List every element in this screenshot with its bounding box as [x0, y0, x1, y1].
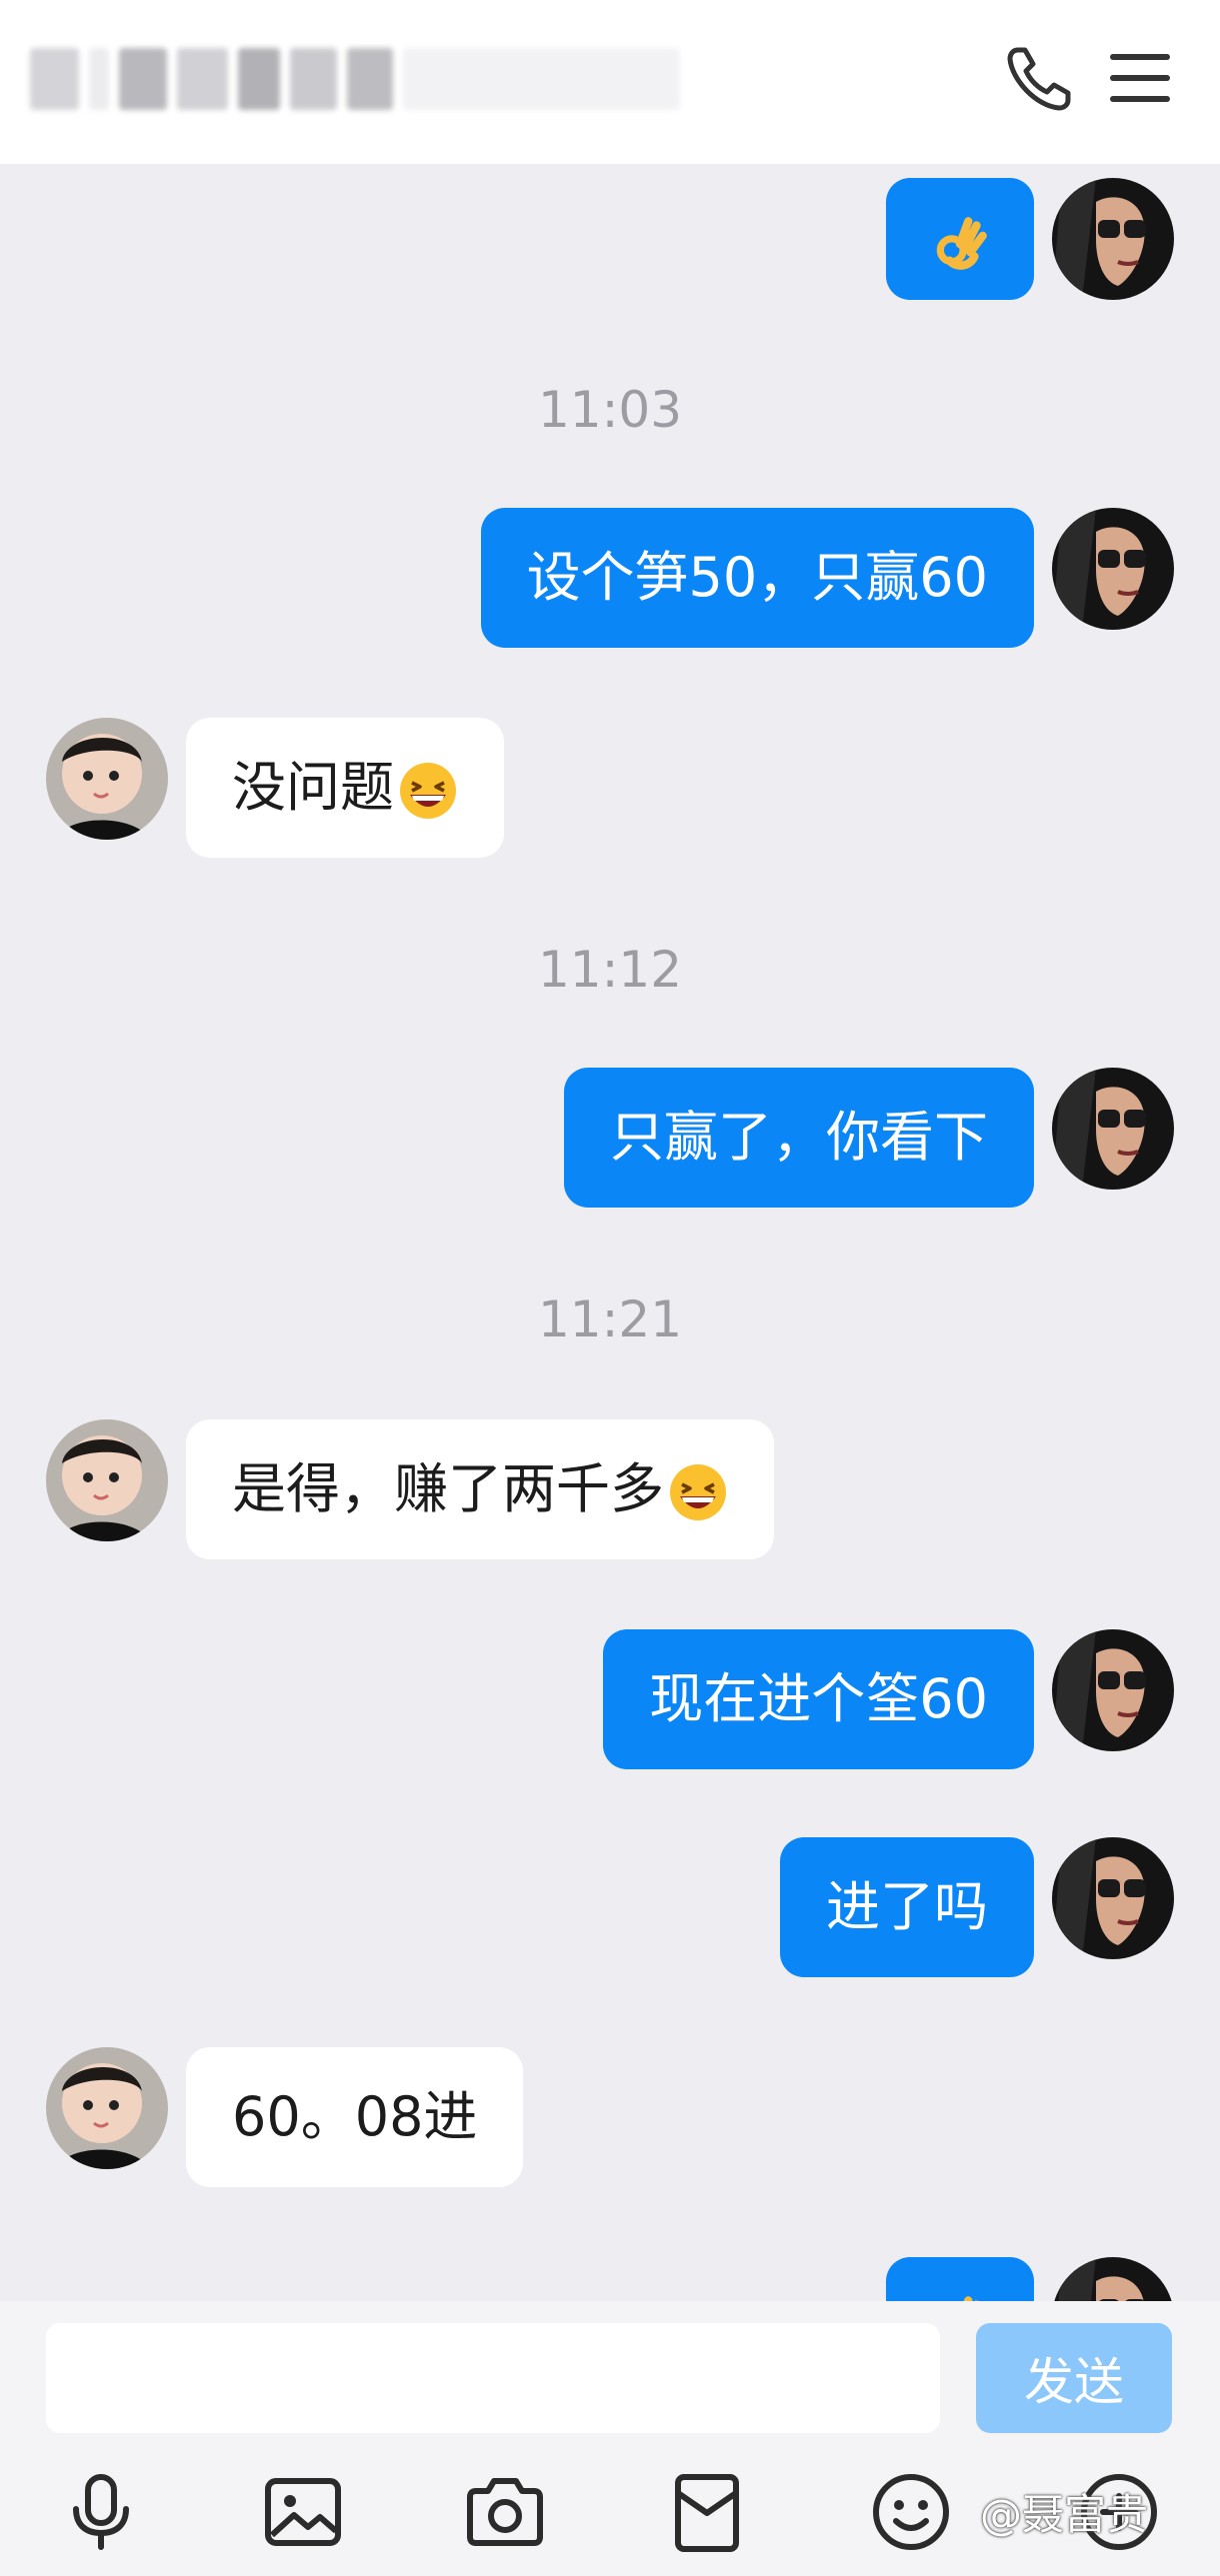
image-icon[interactable]	[260, 2469, 346, 2555]
grinning-squint-emoji	[398, 761, 458, 821]
my-avatar[interactable]	[1052, 1837, 1174, 1959]
message-text: 只赢了，你看下	[610, 1106, 988, 1169]
my-avatar[interactable]	[1052, 2257, 1174, 2301]
message-bubble[interactable]: 是得，赚了两千多	[186, 1419, 774, 1559]
my-avatar[interactable]	[1052, 1629, 1174, 1751]
camera-icon[interactable]	[462, 2469, 548, 2555]
peer-avatar[interactable]	[46, 718, 168, 840]
my-avatar[interactable]	[1052, 508, 1174, 630]
menu-icon[interactable]	[1102, 40, 1178, 116]
message-bubble[interactable]: 60。08进	[186, 2047, 524, 2187]
message-row: 60。08进	[0, 2047, 1220, 2187]
ok-hand-emoji	[929, 211, 991, 273]
my-avatar[interactable]	[1052, 178, 1174, 300]
ok-hand-emoji	[929, 2290, 991, 2301]
message-bubble[interactable]: 只赢了，你看下	[564, 1068, 1034, 1208]
chat-header	[0, 0, 1220, 164]
message-text: 设个笋50，只赢60	[526, 546, 988, 609]
mic-icon[interactable]	[58, 2469, 144, 2555]
message-row	[0, 2257, 1220, 2301]
message-bubble[interactable]	[886, 2257, 1034, 2301]
my-avatar[interactable]	[1052, 1068, 1174, 1190]
chat-messages[interactable]: 11:03 设个笋50，只赢60 没问题 11:12 只赢了，你看下 11:21…	[0, 164, 1220, 2301]
send-button[interactable]: 发送	[976, 2323, 1172, 2433]
message-text: 进了吗	[826, 1875, 988, 1938]
timestamp: 11:21	[537, 1290, 683, 1348]
message-bubble[interactable]: 没问题	[186, 718, 504, 858]
message-row: 没问题	[0, 718, 1220, 858]
message-text: 现在进个筌60	[649, 1667, 988, 1730]
watermark-text: @聂富贵	[980, 2490, 1149, 2539]
message-bubble[interactable]: 设个笋50，只赢60	[480, 508, 1034, 648]
peer-avatar[interactable]	[46, 2047, 168, 2169]
phone-icon[interactable]	[1002, 40, 1078, 116]
message-text: 60。08进	[232, 2085, 478, 2148]
message-row: 进了吗	[0, 1837, 1220, 1977]
contact-name-blurred	[30, 34, 690, 124]
timestamp: 11:12	[537, 941, 683, 999]
red-packet-icon[interactable]	[664, 2469, 750, 2555]
message-row: 是得，赚了两千多	[0, 1419, 1220, 1559]
timestamp: 11:03	[537, 381, 683, 439]
message-bubble[interactable]: 现在进个筌60	[603, 1629, 1034, 1769]
grinning-squint-emoji	[668, 1462, 728, 1522]
message-row	[0, 178, 1220, 300]
message-text: 是得，赚了两千多	[232, 1457, 664, 1520]
message-bubble[interactable]: 进了吗	[780, 1837, 1034, 1977]
message-row: 现在进个筌60	[0, 1629, 1220, 1769]
emoji-icon[interactable]	[868, 2469, 954, 2555]
message-row: 设个笋50，只赢60	[0, 508, 1220, 648]
message-row: 只赢了，你看下	[0, 1068, 1220, 1208]
message-text: 没问题	[232, 756, 394, 819]
peer-avatar[interactable]	[46, 1419, 168, 1541]
message-bubble[interactable]	[886, 178, 1034, 300]
message-input[interactable]	[46, 2323, 940, 2433]
